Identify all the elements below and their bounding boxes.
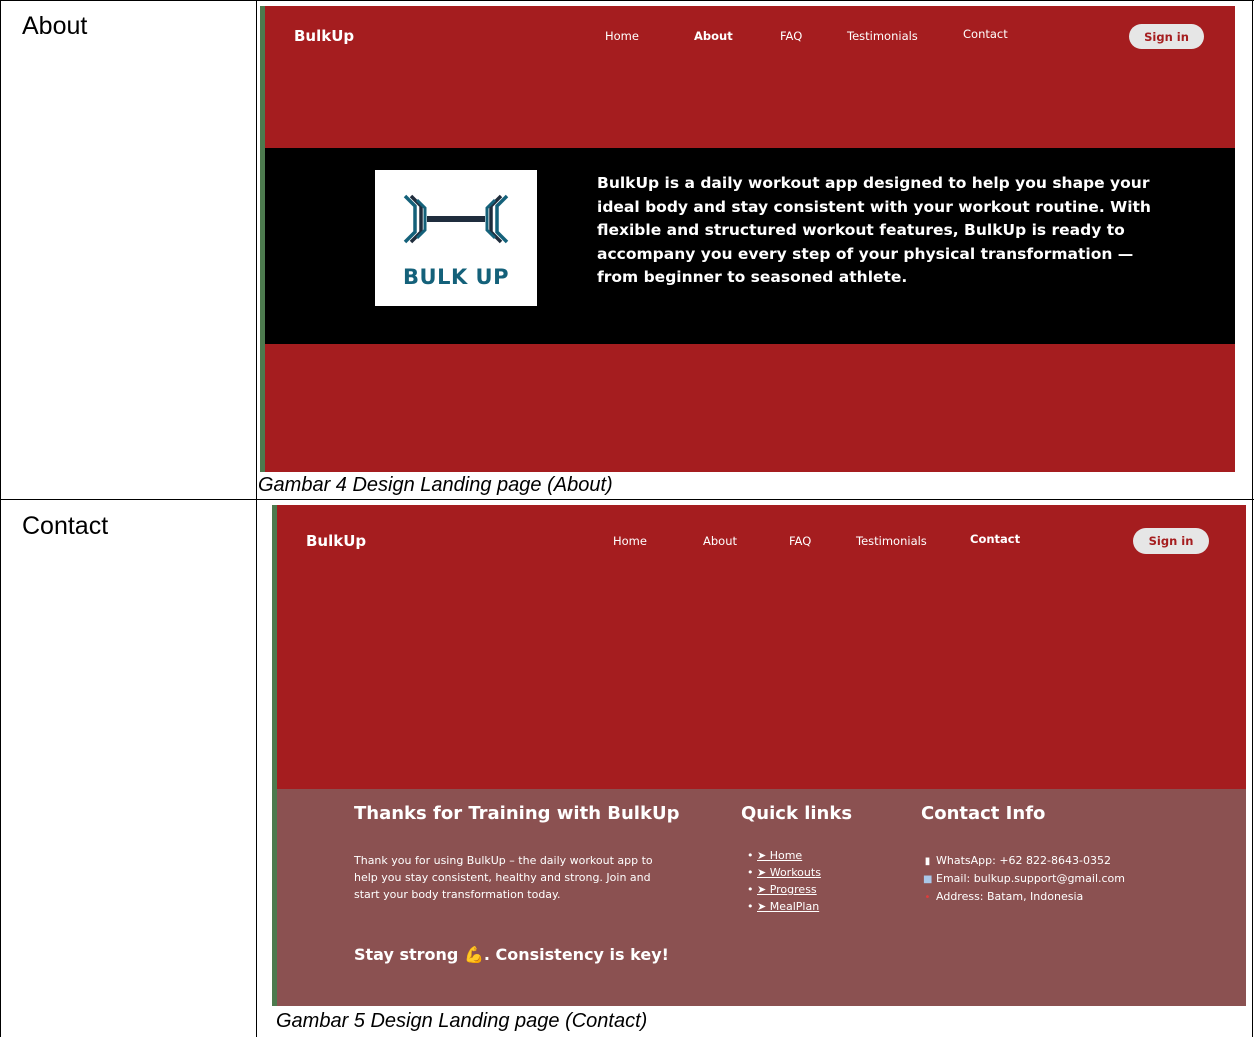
contact-footer: Thanks for Training with BulkUp Thank yo… [277, 789, 1246, 1006]
thanks-title: Thanks for Training with BulkUp [354, 803, 680, 824]
nav-about[interactable]: About [694, 29, 733, 43]
about-screenshot: BulkUp Home About FAQ Testimonials Conta… [260, 6, 1235, 472]
phone-icon: ▮ [924, 856, 931, 867]
nav-contact[interactable]: Contact [970, 532, 1020, 546]
quick-link-workouts[interactable]: ➤ Workouts [757, 866, 821, 879]
stay-strong-text: Stay strong 💪. Consistency is key! [354, 945, 669, 964]
quick-link-mealplan[interactable]: ➤ MealPlan [757, 900, 819, 913]
contact-email: ■ Email: bulkup.support@gmail.com [923, 870, 1125, 888]
contact-navbar: BulkUp Home About FAQ Testimonials Conta… [272, 505, 1246, 565]
quick-link-item[interactable]: ➤ Workouts [747, 864, 821, 881]
contact-email-text: Email: bulkup.support@gmail.com [936, 872, 1125, 885]
brand-logo-text[interactable]: BulkUp [294, 27, 354, 45]
nav-testimonials[interactable]: Testimonials [856, 534, 927, 548]
contact-address-text: Address: Batam, Indonesia [936, 890, 1084, 903]
caption-about: Gambar 4 Design Landing page (About) [258, 474, 613, 496]
quick-link-item[interactable]: ➤ Home [747, 847, 821, 864]
contact-address: • Address: Batam, Indonesia [923, 888, 1125, 906]
nav-about[interactable]: About [703, 534, 737, 548]
quick-link-item[interactable]: ➤ Progress [747, 881, 821, 898]
table-border-left [0, 0, 1, 1037]
quick-link-item[interactable]: ➤ MealPlan [747, 898, 821, 915]
pin-icon: • [924, 892, 931, 903]
quick-link-progress[interactable]: ➤ Progress [757, 883, 817, 896]
thanks-text: Thank you for using BulkUp – the daily w… [354, 854, 653, 901]
about-description: BulkUp is a daily workout app designed t… [597, 174, 1151, 286]
table-border-right [1252, 0, 1253, 1037]
contact-whatsapp: ▮ WhatsApp: +62 822-8643-0352 [923, 852, 1125, 870]
nav-testimonials[interactable]: Testimonials [847, 29, 918, 43]
bulkup-logo: BULK UP [375, 170, 537, 306]
dumbbell-icon [403, 194, 509, 244]
email-icon: ■ [923, 874, 933, 885]
signin-button[interactable]: Sign in [1129, 24, 1204, 49]
table-column-divider [256, 0, 257, 1037]
quick-link-home[interactable]: ➤ Home [757, 849, 802, 862]
quick-links-title: Quick links [741, 803, 853, 824]
caption-contact: Gambar 5 Design Landing page (Contact) [276, 1010, 648, 1032]
nav-home[interactable]: Home [605, 29, 639, 43]
row-label-contact: Contact [22, 512, 109, 540]
nav-home[interactable]: Home [613, 534, 647, 548]
quick-links-list: ➤ Home ➤ Workouts ➤ Progress ➤ MealPlan [747, 847, 821, 915]
contact-info-list: ▮ WhatsApp: +62 822-8643-0352 ■ Email: bul… [923, 852, 1125, 906]
about-navbar: BulkUp Home About FAQ Testimonials Conta… [260, 6, 1235, 66]
about-section: BULK UP BulkUp is a daily workout app de… [265, 148, 1235, 344]
document-table: About BulkUp Home About FAQ Testimonials… [0, 0, 1254, 1037]
signin-button[interactable]: Sign in [1133, 528, 1209, 554]
table-row-divider [0, 499, 1254, 500]
logo-wordmark: BULK UP [403, 265, 509, 289]
contact-info-title: Contact Info [921, 803, 1046, 824]
table-border-top [0, 0, 1254, 1]
nav-faq[interactable]: FAQ [789, 534, 811, 548]
brand-logo-text[interactable]: BulkUp [306, 532, 366, 550]
nav-faq[interactable]: FAQ [780, 29, 802, 43]
nav-contact[interactable]: Contact [963, 27, 1008, 41]
contact-whatsapp-text: WhatsApp: +62 822-8643-0352 [936, 854, 1111, 867]
contact-screenshot: BulkUp Home About FAQ Testimonials Conta… [272, 505, 1246, 1006]
row-label-about: About [22, 12, 88, 40]
